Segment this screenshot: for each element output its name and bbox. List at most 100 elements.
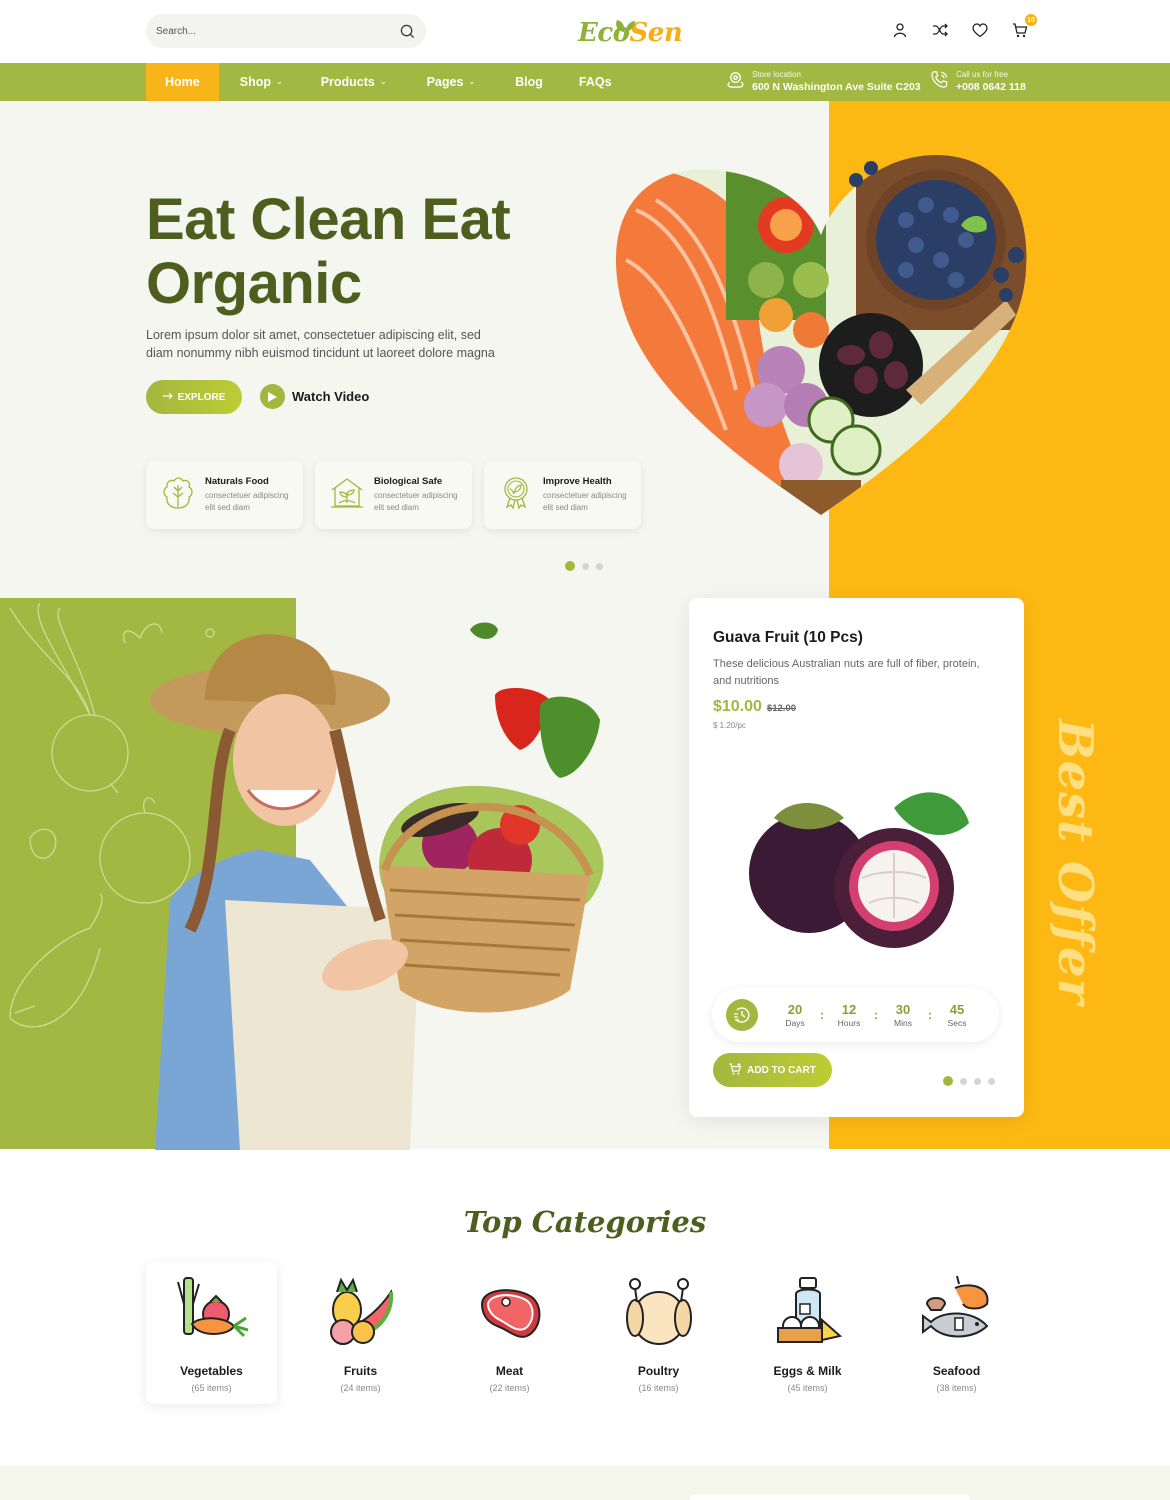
- countdown-value: 20: [787, 1001, 803, 1017]
- user-icon[interactable]: [890, 20, 910, 40]
- feature-title: Biological Safe: [374, 476, 443, 487]
- nav-label: Home: [165, 75, 200, 89]
- arrow-right-icon: [162, 392, 173, 403]
- nav-item-faqs[interactable]: FAQs: [579, 63, 612, 101]
- nav-label: Blog: [515, 75, 543, 89]
- search-bar: [146, 14, 426, 48]
- countdown-value: 45: [949, 1001, 965, 1017]
- offer-product-description: These delicious Australian nuts are full…: [713, 658, 980, 687]
- category-name: Meat: [495, 1364, 524, 1378]
- store-location[interactable]: Store location 600 N Washington Ave Suit…: [726, 69, 921, 94]
- phone-value: +008 0642 118: [956, 81, 1026, 93]
- badge-leaf-icon: [498, 475, 534, 516]
- heart-icon[interactable]: [970, 20, 990, 40]
- phone-label: Call us for free: [956, 70, 1009, 79]
- nav-label: Shop: [239, 75, 271, 89]
- offer-price: $10.00 $12.00: [713, 698, 796, 716]
- countdown-secs: 45 Secs: [942, 1002, 972, 1029]
- slider-dot[interactable]: [596, 562, 603, 570]
- hero-title-line1: Eat Clean Eat: [146, 187, 511, 252]
- current-price: $10.00: [713, 698, 762, 715]
- watch-video-label: Watch Video: [292, 389, 370, 404]
- category-count: (16 items): [638, 1383, 679, 1393]
- feature-card: Naturals Food consectetuer adipiscing el…: [146, 461, 303, 529]
- next-section-background: [0, 1465, 1170, 1500]
- meat-steak-icon: [472, 1274, 548, 1350]
- category-name: Poultry: [637, 1364, 680, 1378]
- store-location-value: 600 N Washington Ave Suite C203: [752, 81, 921, 93]
- hero-title-line2: Organic: [146, 251, 362, 316]
- slider-dot[interactable]: [988, 1077, 995, 1085]
- poultry-chicken-icon: [621, 1274, 697, 1350]
- nav-item-pages[interactable]: Pages ⌄: [427, 63, 476, 101]
- add-to-cart-label: ADD TO CART: [747, 1064, 816, 1076]
- countdown-separator: :: [928, 1008, 932, 1022]
- nav-label: FAQs: [578, 75, 612, 89]
- clock-icon: [726, 999, 758, 1031]
- logo[interactable]: Eco Sen: [578, 10, 683, 48]
- hero-food-heart-image: [606, 130, 1036, 530]
- next-section-card-edge: [690, 1495, 970, 1500]
- slider-dot[interactable]: [960, 1077, 967, 1085]
- best-offer-card: Guava Fruit (10 Pcs) These delicious Aus…: [689, 598, 1024, 1117]
- watch-video-button[interactable]: Watch Video: [260, 384, 369, 409]
- best-offer-vertical-label: Best Offer: [1040, 719, 1110, 1005]
- offer-product-title[interactable]: Guava Fruit (10 Pcs): [713, 629, 863, 647]
- slider-dot[interactable]: [974, 1077, 981, 1085]
- chevron-down-icon: ⌄: [468, 76, 476, 86]
- phone-contact[interactable]: Call us for free +008 0642 118: [930, 69, 1026, 94]
- shuffle-icon[interactable]: [930, 20, 950, 40]
- category-poultry[interactable]: Poultry (16 items): [593, 1262, 724, 1404]
- category-vegetables[interactable]: Vegetables (65 items): [146, 1262, 277, 1404]
- chevron-down-icon: ⌄: [379, 76, 387, 86]
- category-meat[interactable]: Meat (22 items): [444, 1262, 575, 1404]
- feature-cards: Naturals Food consectetuer adipiscing el…: [146, 461, 641, 529]
- store-location-label: Store location: [752, 70, 801, 79]
- category-count: (22 items): [489, 1383, 530, 1393]
- countdown-value: 12: [841, 1001, 857, 1017]
- slider-dot[interactable]: [582, 562, 589, 570]
- nav-label: Products: [320, 75, 375, 89]
- greenhouse-icon: [329, 475, 365, 516]
- slider-dot[interactable]: [565, 561, 575, 571]
- countdown-label: Mins: [894, 1017, 912, 1028]
- category-name: Fruits: [343, 1364, 378, 1378]
- old-price: $12.00: [766, 703, 796, 714]
- logo-text-sen: Sen: [629, 18, 683, 48]
- nav-item-home[interactable]: Home: [146, 63, 219, 101]
- search-input[interactable]: [156, 25, 398, 37]
- fruits-icon: [323, 1274, 399, 1350]
- explore-label: EXPLORE: [177, 391, 226, 403]
- unit-price: $ 1.20/pc: [713, 721, 746, 730]
- nav-item-blog[interactable]: Blog: [515, 63, 543, 101]
- seafood-icon: [919, 1274, 995, 1350]
- category-seafood[interactable]: Seafood (38 items): [891, 1262, 1022, 1404]
- cart-count-badge: 10: [1025, 14, 1037, 26]
- slider-dot[interactable]: [943, 1076, 953, 1086]
- feature-title: Naturals Food: [205, 476, 269, 487]
- cart-plus-icon: [729, 1062, 742, 1078]
- countdown-separator: :: [820, 1008, 824, 1022]
- nav-menu: Home Shop ⌄ Products ⌄ Pages ⌄ Blog FAQs: [146, 63, 612, 101]
- eggs-milk-icon: [770, 1274, 846, 1350]
- search-icon[interactable]: [398, 22, 416, 40]
- hero-description: Lorem ipsum dolor sit amet, consectetuer…: [146, 328, 495, 360]
- feature-card: Biological Safe consectetuer adipiscing …: [315, 461, 472, 529]
- countdown-days: 20 Days: [780, 1002, 810, 1029]
- explore-button[interactable]: EXPLORE: [146, 380, 242, 414]
- category-fruits[interactable]: Fruits (24 items): [295, 1262, 426, 1404]
- countdown-value: 30: [895, 1001, 911, 1017]
- nav-item-products[interactable]: Products ⌄: [321, 63, 387, 101]
- lettuce-icon: [160, 475, 196, 516]
- leaf-logo-icon: [614, 10, 636, 40]
- add-to-cart-button[interactable]: ADD TO CART: [713, 1053, 832, 1087]
- play-icon: [260, 384, 285, 409]
- chevron-down-icon: ⌄: [275, 76, 283, 86]
- category-eggs-milk[interactable]: Eggs & Milk (45 items): [742, 1262, 873, 1404]
- category-count: (45 items): [787, 1383, 828, 1393]
- feature-desc: consectetuer adipiscing elit sed diam: [374, 491, 458, 512]
- nav-item-shop[interactable]: Shop ⌄: [240, 63, 283, 101]
- countdown-hours: 12 Hours: [834, 1002, 864, 1029]
- category-name: Eggs & Milk: [773, 1364, 842, 1378]
- cart-icon[interactable]: 10: [1010, 14, 1037, 40]
